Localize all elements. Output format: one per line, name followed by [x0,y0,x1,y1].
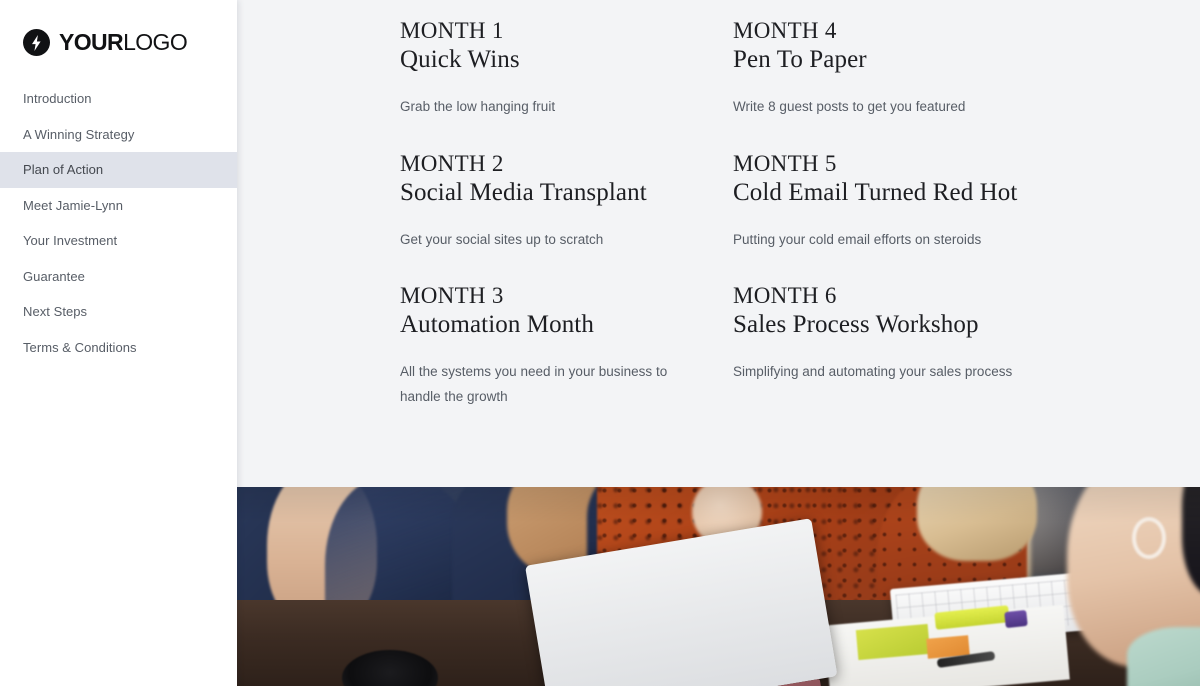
month-card: MONTH 2 Social Media Transplant Get your… [400,150,733,283]
logo[interactable]: YOURLOGO [23,29,188,56]
page-root: YOURLOGO Introduction A Winning Strategy… [0,0,1200,686]
month-label: MONTH 2 [400,150,504,176]
month-description: Get your social sites up to scratch [400,231,604,247]
sidebar-item-plan-of-action[interactable]: Plan of Action [0,152,237,188]
month-title: Social Media Transplant [400,178,647,206]
lightning-bolt-icon [23,29,50,56]
logo-text-bold: YOUR [59,29,124,55]
month-card: MONTH 6 Sales Process Workshop Simplifyi… [733,282,1066,432]
month-label: MONTH 4 [733,18,837,43]
month-card: MONTH 4 Pen To Paper Write 8 guest posts… [733,17,1066,150]
month-description: Simplifying and automating your sales pr… [733,364,1013,379]
sidebar-item-label: Next Steps [23,304,88,320]
month-title: Pen To Paper [733,46,867,73]
sidebar-item-label: A Winning Strategy [23,126,135,142]
sidebar-item-label: Terms & Conditions [23,339,137,355]
sidebar-item-label: Guarantee [23,268,85,284]
month-title: Quick Wins [400,46,520,73]
month-label: MONTH 1 [400,18,504,43]
logo-text-light: LOGO [123,29,188,55]
month-card: MONTH 5 Cold Email Turned Red Hot Puttin… [733,150,1066,283]
sidebar-item-label: Meet Jamie-Lynn [23,197,123,213]
month-card: MONTH 3 Automation Month All the systems… [400,282,733,432]
sidebar-item-introduction[interactable]: Introduction [0,81,237,117]
month-description: Write 8 guest posts to get you featured [733,99,966,114]
month-label: MONTH 6 [733,283,837,308]
plan-of-action-grid: MONTH 1 Quick Wins Grab the low hanging … [400,17,1160,432]
sidebar-item-a-winning-strategy[interactable]: A Winning Strategy [0,117,237,153]
sidebar-item-terms-and-conditions[interactable]: Terms & Conditions [0,330,237,366]
sidebar-item-next-steps[interactable]: Next Steps [0,294,237,330]
sidebar-item-guarantee[interactable]: Guarantee [0,259,237,295]
month-title: Automation Month [400,311,594,338]
month-title: Sales Process Workshop [733,311,979,338]
sidebar-nav: Introduction A Winning Strategy Plan of … [0,81,237,365]
sidebar-item-meet-jamie-lynn[interactable]: Meet Jamie-Lynn [0,188,237,224]
sidebar: YOURLOGO Introduction A Winning Strategy… [0,0,237,686]
month-description: Putting your cold email efforts on stero… [733,231,982,247]
sidebar-item-label: Introduction [23,91,92,107]
month-label: MONTH 5 [733,150,837,176]
month-description: All the systems you need in your busines… [400,364,668,404]
sidebar-item-your-investment[interactable]: Your Investment [0,223,237,259]
sidebar-item-label: Your Investment [23,233,118,249]
month-title: Cold Email Turned Red Hot [733,178,1018,206]
photo-vignette [237,487,1200,686]
logo-text: YOURLOGO [59,29,188,55]
main-content: MONTH 1 Quick Wins Grab the low hanging … [237,0,1200,487]
month-label: MONTH 3 [400,283,504,308]
team-meeting-photo: YEAR 1 YEAR 2 [237,487,1200,686]
month-card: MONTH 1 Quick Wins Grab the low hanging … [400,17,733,150]
sidebar-item-label: Plan of Action [23,162,104,178]
month-description: Grab the low hanging fruit [400,99,556,114]
